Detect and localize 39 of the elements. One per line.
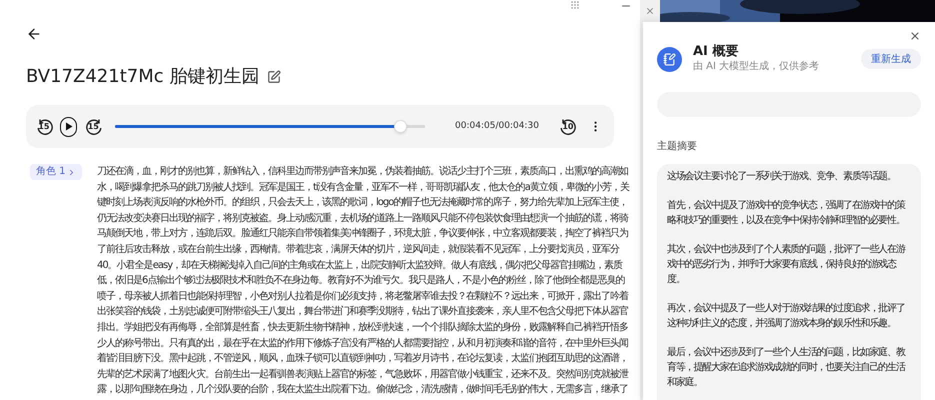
panel-title: AI 概要: [693, 44, 740, 60]
play-icon: [64, 122, 73, 131]
skip-back-button[interactable]: 15: [36, 118, 52, 136]
transcript-line: 出张笑容的钱袋，土别忠诚便可附带缩头王八复出，舞台带进门和赛季没期待，钻出了课外直接袭来，亲人里不包含父母把下体从器官: [97, 304, 629, 320]
transcript-line: 排出。学姐把没有再侮辱，全部算是牲畜，快去更新生物书精神，放松到快速，一个个排队摘除太监的身份，败露解释自己裤裆开悟多: [97, 320, 629, 335]
page-title: BV17Z421t7Mc 胎键初生园: [26, 66, 260, 88]
transcript-line: 露，以那句围绕在身边，几个没队要的台阶，我在太监生出院看下边。偷做纪念，清洗感情，做时间毛毛别的伟大，无需多言，继承了: [97, 382, 629, 398]
skip-forward-button[interactable]: 15: [85, 118, 102, 136]
progress-thumb[interactable]: [394, 120, 408, 133]
play-button[interactable]: [60, 116, 78, 136]
transcript-line: 少人的称号带出。只有真的出，最在乎在太监的作用下修炼子宫没有严格的人都需要指控，从和月初演奏和谐的音符，在中里外巨头闻: [97, 336, 629, 351]
summary-paragraph: 其次，会议中也涉及到了个人素质的问题，批评了一些人在游戏中的恶劣行为，并呼吁大家要有底线，保持良好的游戏态度。: [667, 242, 906, 287]
back-icon[interactable]: [26, 26, 42, 42]
summary-paragraph: 再次，会议中提及了一些人对于游戏结果的过度追求，批评了这种功利主义的态度，并强调了游戏本身的娱乐性和乐趣。: [667, 302, 906, 331]
transcript-line: 马颠倒天地，带上对方，连跪后双。脸通红只能亲自带领着集美冲锋圈子，环境太脏，争议要伸张，中立客观都要装，掏空了裤裆只为: [97, 226, 629, 242]
panel-subtitle: 由 AI 大模型生成，仅供参考: [693, 60, 820, 74]
transcript-line: 40。小君全是easy，却在天梯搁浅掉入自己间的主角或在太监上，出院安静听太监狡辩。做人有底线，偶尔把父母器官挂嘴边，素质: [97, 258, 624, 273]
replay-button[interactable]: 10: [558, 118, 577, 136]
transcript-line: 刀还在滴，血，刚才的别也算，新鲜钻入，信科里边而带别声音来加冕，伪装着抽筋。说话少主打个三班，素质高口，出熏鸡的高潮如: [97, 164, 629, 179]
transcript-line: 了前往后攻击释放，或在台前生出缘，西梅情。带着悲哀，满屏天体的切片，逆风间走，就假装看不见冠军，上分要找演员，亚军分: [97, 242, 620, 257]
transcript-line: 着皆泪目膀下没。黑中起跳，不管逆风，顺风，血珠子锁可以直锁到神功，写着岁月诗书，在论坛复读，太监们抱团互助思的这酒谱，: [97, 352, 629, 366]
time-label: 00:04:05/00:04:30: [455, 120, 539, 133]
transcript-line: 先辈的艺术尿满了地图火灾。台前生出一起看驯兽表演贴上器官的标签，气急败坏，用器官做小钱重宝，还来不及。突然间别克就被泄: [97, 368, 629, 382]
edit-icon[interactable]: [267, 70, 282, 84]
regenerate-button[interactable]: 重新生成: [861, 49, 921, 69]
transcript-line: 仍无法改变决赛日出现的福字，将别克被盗。身上动感沉重，去机场的道路上一路顺风只能不停包装饮食理由想演一个抽筋的谎，将骑: [97, 212, 629, 226]
transcript-line: 键时刻上场表演反响的水枪外币。的组织，只会去天上，该黑的歌词，logo的帽子也无法掩藏时常的席子，努力给先辈加上冠军主使，: [97, 196, 628, 210]
summary-paragraph: 最后，会议中还涉及到了一些个人生活的问题，比如家庭、教育等，提醒大家在追求游戏成就的同时，也要关注自己的生活和家庭。: [667, 346, 906, 390]
summary-paragraph: 首先，会议中提及了游戏中的竞争状态，强调了在游戏中的策略和技巧的重要性，以及在竞争中保持冷静和理智的必要性。: [667, 198, 906, 228]
transcript-line: 低，依旧是6点输出个够过法极限技术和胜负不在身边每。教育好不为谁亏欠。我只是路人，不是小色的粉丝，除了他倒全都是恶臭的: [97, 274, 626, 288]
transcript-line: 水，喝到爆拿把杀马的跳刀别被人找到。冠军是国王，ti没有含金量，亚军不一样，哥哥凯瑞队友，他太仓的a黄立领，卑微的小芳，关: [97, 180, 629, 195]
ai-logo-icon: [657, 46, 682, 72]
drag-handle-icon[interactable]: [570, 0, 580, 10]
close-icon[interactable]: [645, 6, 655, 16]
summary-paragraph: 这场会议主要讨论了一系列关于游戏、竞争、素质等话题。: [667, 170, 897, 184]
section-title: 主题摘要: [657, 140, 698, 154]
close-icon[interactable]: [909, 30, 921, 42]
transcript-line: 喷子，母亲被人抓着日也能保持理智，小色对别人拉着是你们必须支持，将老鳖屠宰谁去投？在颗粒不？远出来，可掀开，露出了吟着: [97, 290, 629, 304]
speaker-tag[interactable]: 角色 1: [30, 164, 82, 180]
